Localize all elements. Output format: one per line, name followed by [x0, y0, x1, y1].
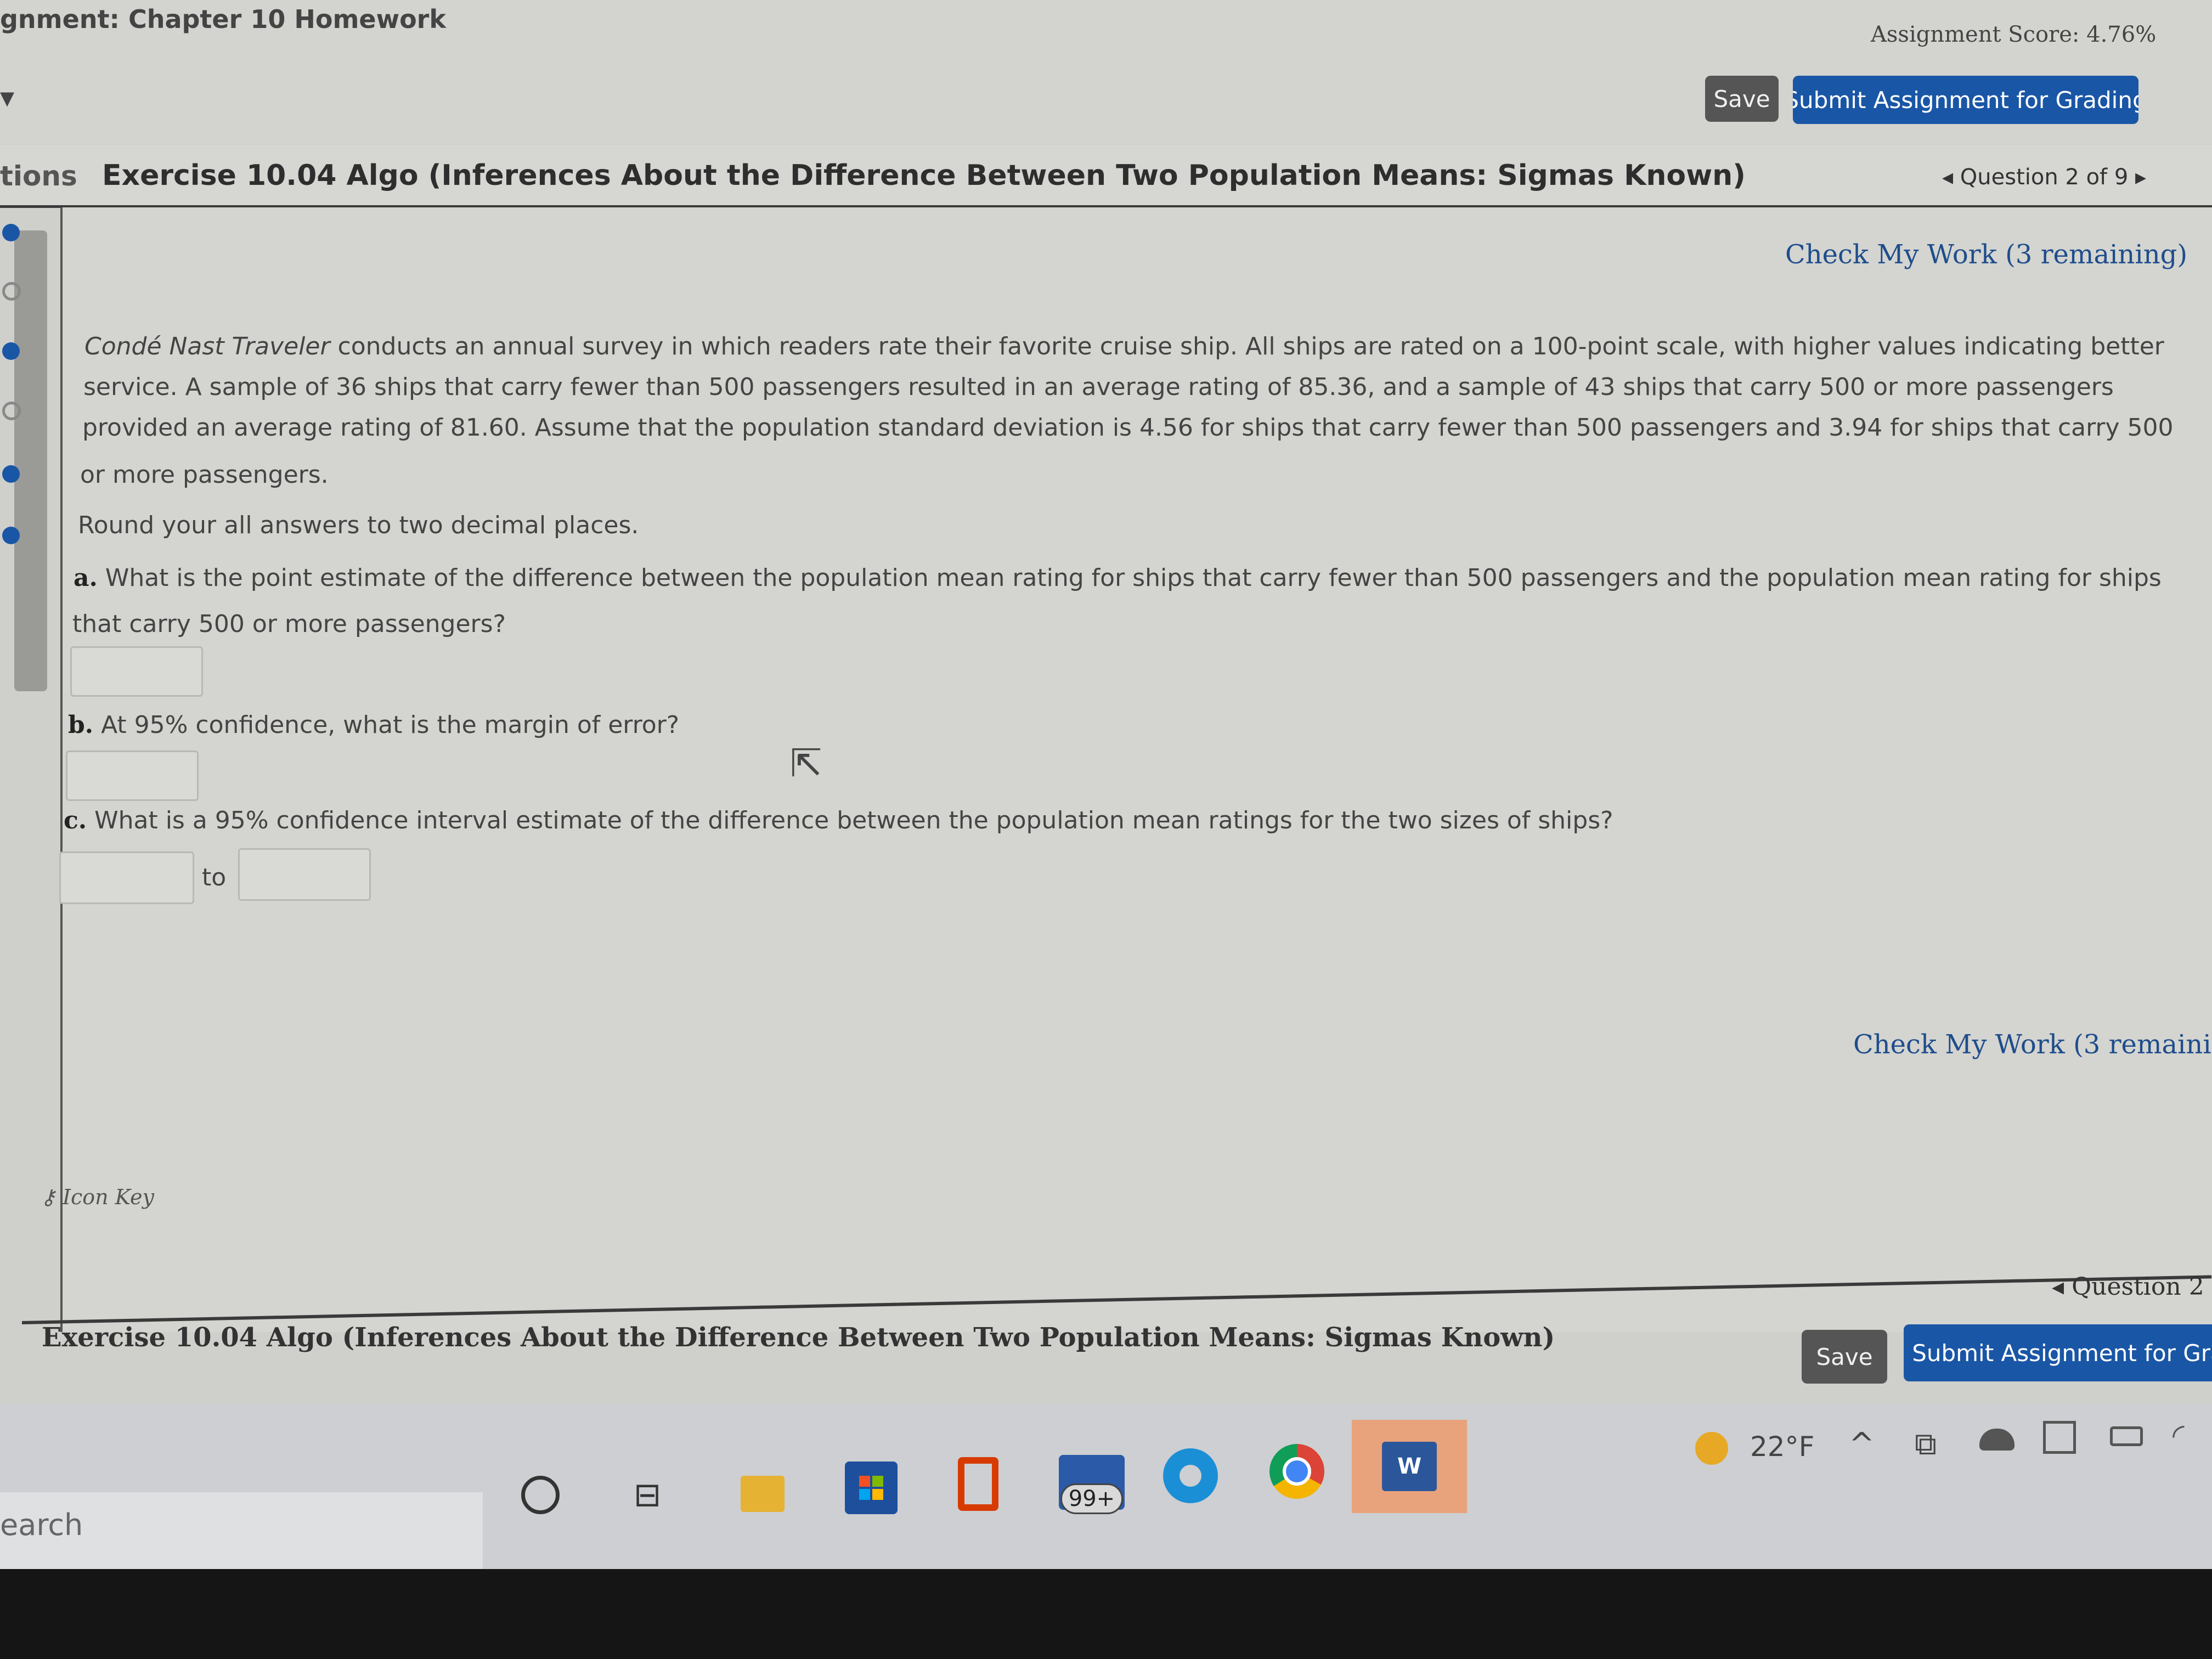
weather-moon-icon [1695, 1432, 1728, 1465]
question-status-unanswered-icon[interactable] [2, 282, 21, 301]
interval-to-label: to [202, 864, 227, 891]
assignment-score: Assignment Score: 4.76% [1871, 22, 2157, 47]
answer-a-input[interactable] [70, 646, 203, 697]
question-status-answered-icon[interactable] [2, 465, 20, 483]
part-a-label: a. [74, 564, 98, 592]
tab-questions[interactable]: tions [0, 160, 77, 192]
cortana-icon[interactable] [521, 1476, 560, 1514]
footer-question-navigator[interactable]: ◂ Question 2 c [2052, 1273, 2212, 1301]
question-status-answered-icon[interactable] [2, 342, 20, 360]
footer-exercise-title: Exercise 10.04 Algo (Inferences About th… [42, 1322, 1555, 1353]
answer-b-input[interactable] [66, 751, 199, 801]
next-question-icon[interactable]: ▸ [2135, 165, 2146, 190]
footer-question-position: Question 2 c [2072, 1273, 2212, 1301]
menu-dropdown-icon[interactable]: ▾ [0, 81, 22, 114]
check-my-work-link-bottom[interactable]: Check My Work (3 remaining [1853, 1029, 2212, 1060]
word-icon: W [1382, 1442, 1437, 1491]
question-status-answered-icon[interactable] [2, 224, 20, 241]
problem-line-3: provided an average rating of 81.60. Ass… [82, 414, 2174, 442]
edge-icon[interactable] [1163, 1448, 1218, 1503]
problem-line-2: service. A sample of 36 ships that carry… [83, 373, 2114, 401]
weather-temperature[interactable]: 22°F [1750, 1431, 1814, 1463]
mouse-cursor-icon: ⇱ [790, 741, 822, 786]
publication-name: Condé Nast Traveler [84, 332, 330, 360]
mail-badge: 99+ [1060, 1483, 1124, 1514]
rounding-instruction: Round your all answers to two decimal pl… [78, 511, 639, 539]
question-navigator[interactable]: ◂ Question 2 of 9 ▸ [1942, 165, 2146, 190]
prev-question-icon[interactable]: ◂ [1942, 165, 1953, 190]
network-status-icon[interactable] [2043, 1421, 2076, 1454]
submit-assignment-button-bottom[interactable]: Submit Assignment for Gra [1904, 1324, 2212, 1381]
microsoft-store-icon[interactable] [845, 1462, 898, 1514]
word-app-highlight[interactable]: W [1352, 1420, 1467, 1513]
monitor-bezel [0, 1569, 2212, 1659]
save-button-bottom[interactable]: Save [1802, 1330, 1887, 1384]
prev-question-icon[interactable]: ◂ [2052, 1273, 2064, 1301]
battery-icon[interactable] [2110, 1426, 2143, 1446]
save-button[interactable]: Save [1705, 76, 1779, 122]
answer-c-upper-input[interactable] [238, 848, 371, 901]
question-status-unanswered-icon[interactable] [2, 402, 21, 420]
part-c-label: c. [64, 806, 87, 834]
question-sidebar [0, 208, 55, 702]
icon-key-label: Icon Key [62, 1185, 154, 1209]
part-a-question-cont: that carry 500 or more passengers? [72, 610, 506, 638]
answer-c-lower-input[interactable] [59, 851, 194, 904]
question-position: Question 2 of 9 [1960, 165, 2129, 190]
mail-icon[interactable]: 99+ [1059, 1455, 1125, 1514]
problem-line-1: Condé Nast Traveler conducts an annual s… [84, 332, 2164, 360]
wifi-icon[interactable]: ◜ [2172, 1418, 2185, 1453]
check-my-work-link[interactable]: Check My Work (3 remaining) [1785, 239, 2187, 270]
task-view-icon[interactable]: ⊟ [625, 1476, 669, 1514]
part-c-question: c. What is a 95% confidence interval est… [64, 806, 1613, 834]
icon-key[interactable]: ⚷ Icon Key [41, 1185, 154, 1209]
taskbar-search-placeholder: earch [0, 1508, 83, 1542]
part-a-question: a. What is the point estimate of the dif… [74, 564, 2162, 592]
key-icon: ⚷ [41, 1185, 56, 1209]
chrome-icon[interactable] [1269, 1444, 1324, 1499]
meet-now-icon[interactable]: ⧉ [1915, 1426, 1937, 1463]
office-icon[interactable] [958, 1457, 998, 1511]
question-status-answered-icon[interactable] [2, 527, 20, 544]
part-b-question: b. At 95% confidence, what is the margin… [68, 711, 680, 739]
exercise-title: Exercise 10.04 Algo (Inferences About th… [102, 159, 1746, 192]
assignment-title: gnment: Chapter 10 Homework [0, 4, 446, 34]
show-hidden-icons-chevron-icon[interactable]: ^ [1849, 1426, 1875, 1462]
file-explorer-icon[interactable] [741, 1476, 785, 1512]
submit-assignment-button[interactable]: Submit Assignment for Grading [1793, 76, 2138, 124]
part-b-label: b. [68, 711, 94, 739]
problem-line-4: or more passengers. [80, 461, 329, 489]
